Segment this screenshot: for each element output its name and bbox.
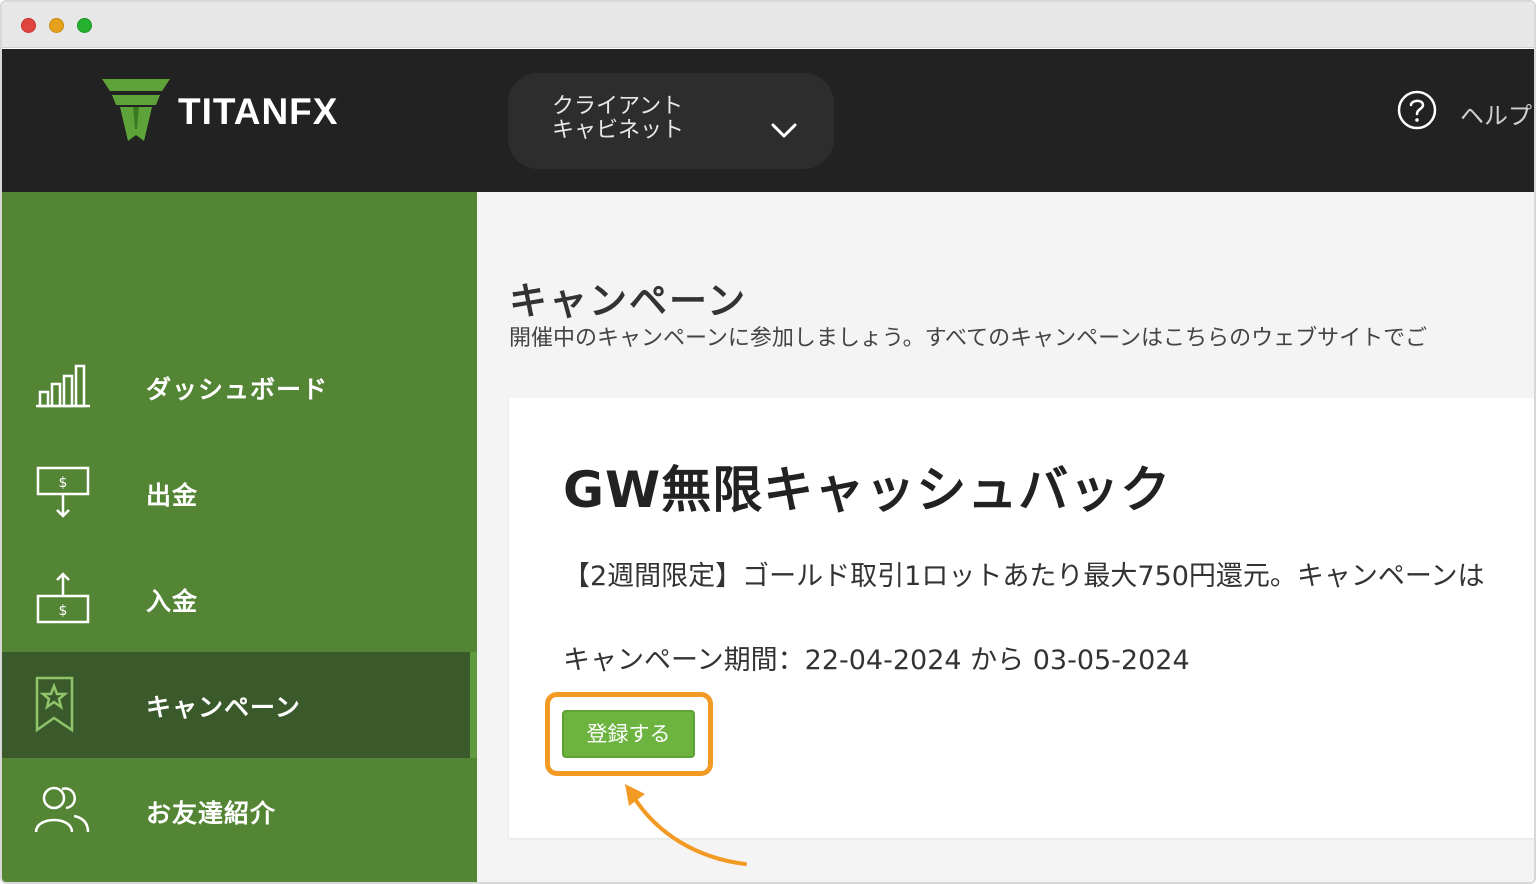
sidebar-item-label: キャンペーン <box>146 693 301 722</box>
help-label: ヘルプ <box>1460 102 1532 130</box>
maximize-window-button[interactable] <box>77 18 92 33</box>
svg-text:$: $ <box>59 475 68 491</box>
pointer-arrow-icon <box>625 784 747 866</box>
chevron-down-icon <box>771 123 797 138</box>
sidebar-item-label: 出金 <box>146 481 199 510</box>
main-content: キャンペーン 開催中のキャンペーンに参加しましょう。すべてのキャンペーンはこちら… <box>477 192 1534 882</box>
campaign-title: GW無限キャッシュバック <box>563 461 1172 519</box>
help-circle-icon <box>1397 90 1437 130</box>
deposit-icon: $ <box>36 572 90 624</box>
window-titlebar <box>2 2 1534 48</box>
register-button[interactable]: 登録する <box>562 710 695 758</box>
campaign-description: 【2週間限定】ゴールド取引1ロットあたり最大750円還元。キャンペーンは <box>563 561 1485 592</box>
top-header: TITANFX クライアント キャビネット ヘルプ <box>2 49 1534 192</box>
titanfx-logo[interactable]: TITANFX <box>100 77 380 147</box>
titanfx-logo-icon <box>102 79 170 141</box>
sidebar-item-campaign[interactable]: キャンペーン <box>2 652 477 758</box>
sidebar-nav: ダッシュボード $ 出金 $ 入金 キャンペーン お友達紹介 <box>2 192 477 882</box>
sidebar-item-label: ダッシュボード <box>146 375 329 404</box>
sidebar-item-label: お友達紹介 <box>146 799 277 828</box>
sidebar-item-deposit[interactable]: $ 入金 <box>2 546 477 652</box>
campaign-card: GW無限キャッシュバック 【2週間限定】ゴールド取引1ロットあたり最大750円還… <box>509 398 1534 838</box>
withdraw-icon: $ <box>36 466 90 518</box>
bar-chart-icon <box>36 364 90 408</box>
page-title: キャンペーン <box>509 279 748 323</box>
sidebar-item-withdraw[interactable]: $ 出金 <box>2 440 477 546</box>
svg-text:$: $ <box>59 603 68 619</box>
client-cabinet-dropdown[interactable]: クライアント キャビネット <box>508 73 834 169</box>
campaign-period: キャンペーン期間：22-04-2024 から 03-05-2024 <box>563 645 1190 676</box>
close-window-button[interactable] <box>21 18 36 33</box>
referral-users-icon <box>34 786 90 833</box>
page-subtitle: 開催中のキャンペーンに参加しましょう。すべてのキャンペーンはこちらのウェブサイト… <box>509 326 1428 351</box>
sidebar-item-label: 入金 <box>146 587 199 616</box>
browser-window: TITANFX クライアント キャビネット ヘルプ ダッシュボード $ 出金 $… <box>0 0 1536 884</box>
campaign-star-icon <box>35 676 74 733</box>
logo-text: TITANFX <box>178 91 339 132</box>
minimize-window-button[interactable] <box>49 18 64 33</box>
cabinet-dropdown-label: クライアント キャビネット <box>552 94 685 143</box>
sidebar-item-dashboard[interactable]: ダッシュボード <box>2 334 477 440</box>
sidebar-item-referral[interactable]: お友達紹介 <box>2 758 477 864</box>
